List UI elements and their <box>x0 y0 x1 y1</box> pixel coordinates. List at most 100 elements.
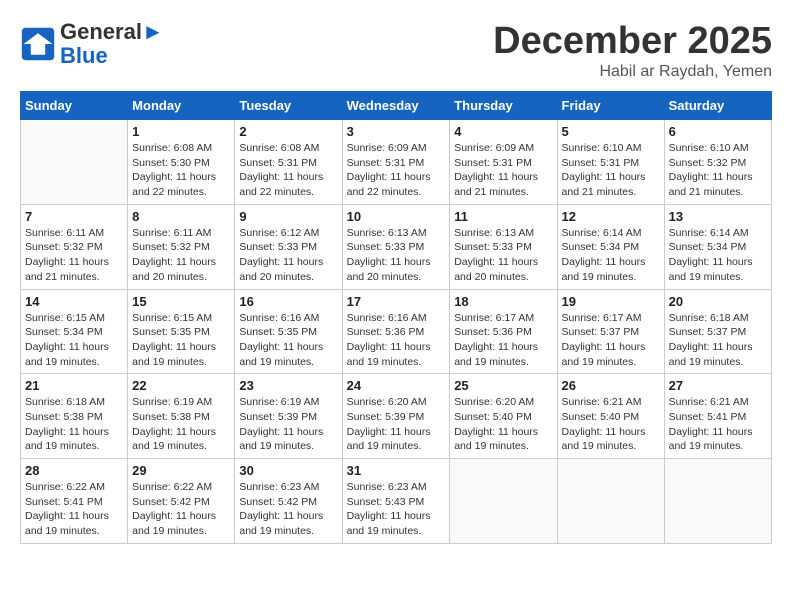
day-number: 15 <box>132 294 230 309</box>
day-info: Sunrise: 6:19 AMSunset: 5:39 PMDaylight:… <box>239 395 337 454</box>
calendar-cell: 21 Sunrise: 6:18 AMSunset: 5:38 PMDayligh… <box>21 374 128 459</box>
day-number: 18 <box>454 294 552 309</box>
day-number: 12 <box>562 209 660 224</box>
calendar-cell: 25 Sunrise: 6:20 AMSunset: 5:40 PMDayligh… <box>450 374 557 459</box>
day-info: Sunrise: 6:23 AMSunset: 5:42 PMDaylight:… <box>239 480 337 539</box>
day-info: Sunrise: 6:23 AMSunset: 5:43 PMDaylight:… <box>347 480 446 539</box>
calendar-cell <box>21 120 128 205</box>
day-info: Sunrise: 6:12 AMSunset: 5:33 PMDaylight:… <box>239 226 337 285</box>
day-info: Sunrise: 6:15 AMSunset: 5:34 PMDaylight:… <box>25 311 123 370</box>
day-info: Sunrise: 6:13 AMSunset: 5:33 PMDaylight:… <box>347 226 446 285</box>
calendar-cell: 8 Sunrise: 6:11 AMSunset: 5:32 PMDaylight… <box>128 204 235 289</box>
week-row-1: 1 Sunrise: 6:08 AMSunset: 5:30 PMDaylight… <box>21 120 772 205</box>
day-number: 8 <box>132 209 230 224</box>
calendar-cell: 24 Sunrise: 6:20 AMSunset: 5:39 PMDayligh… <box>342 374 450 459</box>
calendar-cell <box>557 459 664 544</box>
day-info: Sunrise: 6:19 AMSunset: 5:38 PMDaylight:… <box>132 395 230 454</box>
column-header-wednesday: Wednesday <box>342 92 450 120</box>
day-info: Sunrise: 6:09 AMSunset: 5:31 PMDaylight:… <box>454 141 552 200</box>
calendar-cell: 27 Sunrise: 6:21 AMSunset: 5:41 PMDayligh… <box>664 374 771 459</box>
day-number: 5 <box>562 124 660 139</box>
calendar-cell: 3Sunrise: 6:09 AMSunset: 5:31 PMDaylight… <box>342 120 450 205</box>
calendar-cell: 7 Sunrise: 6:11 AMSunset: 5:32 PMDaylight… <box>21 204 128 289</box>
location-title: Habil ar Raydah, Yemen <box>493 63 772 81</box>
day-info: Sunrise: 6:15 AMSunset: 5:35 PMDaylight:… <box>132 311 230 370</box>
calendar-cell: 13Sunrise: 6:14 AMSunset: 5:34 PMDayligh… <box>664 204 771 289</box>
calendar-cell <box>450 459 557 544</box>
calendar-cell: 20Sunrise: 6:18 AMSunset: 5:37 PMDayligh… <box>664 289 771 374</box>
calendar-cell: 5 Sunrise: 6:10 AMSunset: 5:31 PMDaylight… <box>557 120 664 205</box>
month-title: December 2025 <box>493 20 772 63</box>
day-info: Sunrise: 6:11 AMSunset: 5:32 PMDaylight:… <box>25 226 123 285</box>
day-number: 13 <box>669 209 767 224</box>
calendar-cell: 14Sunrise: 6:15 AMSunset: 5:34 PMDayligh… <box>21 289 128 374</box>
day-number: 27 <box>669 378 767 393</box>
day-number: 9 <box>239 209 337 224</box>
calendar-cell: 17 Sunrise: 6:16 AMSunset: 5:36 PMDayligh… <box>342 289 450 374</box>
day-info: Sunrise: 6:16 AMSunset: 5:35 PMDaylight:… <box>239 311 337 370</box>
calendar-cell: 30 Sunrise: 6:23 AMSunset: 5:42 PMDayligh… <box>235 459 342 544</box>
day-number: 29 <box>132 463 230 478</box>
calendar-header-row: SundayMondayTuesdayWednesdayThursdayFrid… <box>21 92 772 120</box>
day-info: Sunrise: 6:14 AMSunset: 5:34 PMDaylight:… <box>562 226 660 285</box>
calendar-cell: 26Sunrise: 6:21 AMSunset: 5:40 PMDayligh… <box>557 374 664 459</box>
calendar-cell: 1 Sunrise: 6:08 AMSunset: 5:30 PMDaylight… <box>128 120 235 205</box>
column-header-thursday: Thursday <box>450 92 557 120</box>
calendar-cell: 9 Sunrise: 6:12 AMSunset: 5:33 PMDaylight… <box>235 204 342 289</box>
calendar-cell: 18 Sunrise: 6:17 AMSunset: 5:36 PMDayligh… <box>450 289 557 374</box>
day-number: 4 <box>454 124 552 139</box>
calendar-cell: 6 Sunrise: 6:10 AMSunset: 5:32 PMDaylight… <box>664 120 771 205</box>
day-info: Sunrise: 6:21 AMSunset: 5:41 PMDaylight:… <box>669 395 767 454</box>
day-info: Sunrise: 6:16 AMSunset: 5:36 PMDaylight:… <box>347 311 446 370</box>
day-info: Sunrise: 6:08 AMSunset: 5:30 PMDaylight:… <box>132 141 230 200</box>
day-info: Sunrise: 6:17 AMSunset: 5:37 PMDaylight:… <box>562 311 660 370</box>
calendar-cell: 28Sunrise: 6:22 AMSunset: 5:41 PMDayligh… <box>21 459 128 544</box>
calendar-cell: 4 Sunrise: 6:09 AMSunset: 5:31 PMDaylight… <box>450 120 557 205</box>
day-info: Sunrise: 6:17 AMSunset: 5:36 PMDaylight:… <box>454 311 552 370</box>
day-info: Sunrise: 6:22 AMSunset: 5:42 PMDaylight:… <box>132 480 230 539</box>
calendar-cell: 15 Sunrise: 6:15 AMSunset: 5:35 PMDayligh… <box>128 289 235 374</box>
day-info: Sunrise: 6:11 AMSunset: 5:32 PMDaylight:… <box>132 226 230 285</box>
logo-text: General► Blue <box>60 20 164 68</box>
calendar-table: SundayMondayTuesdayWednesdayThursdayFrid… <box>20 91 772 544</box>
day-number: 28 <box>25 463 123 478</box>
calendar-cell: 23 Sunrise: 6:19 AMSunset: 5:39 PMDayligh… <box>235 374 342 459</box>
calendar-cell: 11Sunrise: 6:13 AMSunset: 5:33 PMDayligh… <box>450 204 557 289</box>
day-info: Sunrise: 6:18 AMSunset: 5:38 PMDaylight:… <box>25 395 123 454</box>
day-number: 24 <box>347 378 446 393</box>
day-number: 25 <box>454 378 552 393</box>
day-info: Sunrise: 6:10 AMSunset: 5:31 PMDaylight:… <box>562 141 660 200</box>
calendar-cell: 22 Sunrise: 6:19 AMSunset: 5:38 PMDayligh… <box>128 374 235 459</box>
day-info: Sunrise: 6:20 AMSunset: 5:40 PMDaylight:… <box>454 395 552 454</box>
day-number: 3 <box>347 124 446 139</box>
calendar-cell: 16Sunrise: 6:16 AMSunset: 5:35 PMDayligh… <box>235 289 342 374</box>
day-number: 2 <box>239 124 337 139</box>
day-info: Sunrise: 6:21 AMSunset: 5:40 PMDaylight:… <box>562 395 660 454</box>
day-info: Sunrise: 6:18 AMSunset: 5:37 PMDaylight:… <box>669 311 767 370</box>
day-number: 17 <box>347 294 446 309</box>
title-block: December 2025 Habil ar Raydah, Yemen <box>493 20 772 81</box>
page-header: General► Blue December 2025 Habil ar Ray… <box>20 20 772 81</box>
day-info: Sunrise: 6:20 AMSunset: 5:39 PMDaylight:… <box>347 395 446 454</box>
calendar-cell: 12 Sunrise: 6:14 AMSunset: 5:34 PMDayligh… <box>557 204 664 289</box>
day-number: 6 <box>669 124 767 139</box>
calendar-cell: 10Sunrise: 6:13 AMSunset: 5:33 PMDayligh… <box>342 204 450 289</box>
calendar-cell <box>664 459 771 544</box>
day-number: 7 <box>25 209 123 224</box>
week-row-2: 7 Sunrise: 6:11 AMSunset: 5:32 PMDaylight… <box>21 204 772 289</box>
day-number: 1 <box>132 124 230 139</box>
day-number: 22 <box>132 378 230 393</box>
calendar-cell: 31Sunrise: 6:23 AMSunset: 5:43 PMDayligh… <box>342 459 450 544</box>
column-header-tuesday: Tuesday <box>235 92 342 120</box>
day-number: 30 <box>239 463 337 478</box>
day-number: 19 <box>562 294 660 309</box>
day-number: 23 <box>239 378 337 393</box>
column-header-friday: Friday <box>557 92 664 120</box>
week-row-4: 21 Sunrise: 6:18 AMSunset: 5:38 PMDayligh… <box>21 374 772 459</box>
calendar-cell: 29 Sunrise: 6:22 AMSunset: 5:42 PMDayligh… <box>128 459 235 544</box>
day-number: 21 <box>25 378 123 393</box>
logo: General► Blue <box>20 20 164 68</box>
column-header-sunday: Sunday <box>21 92 128 120</box>
column-header-saturday: Saturday <box>664 92 771 120</box>
day-info: Sunrise: 6:10 AMSunset: 5:32 PMDaylight:… <box>669 141 767 200</box>
